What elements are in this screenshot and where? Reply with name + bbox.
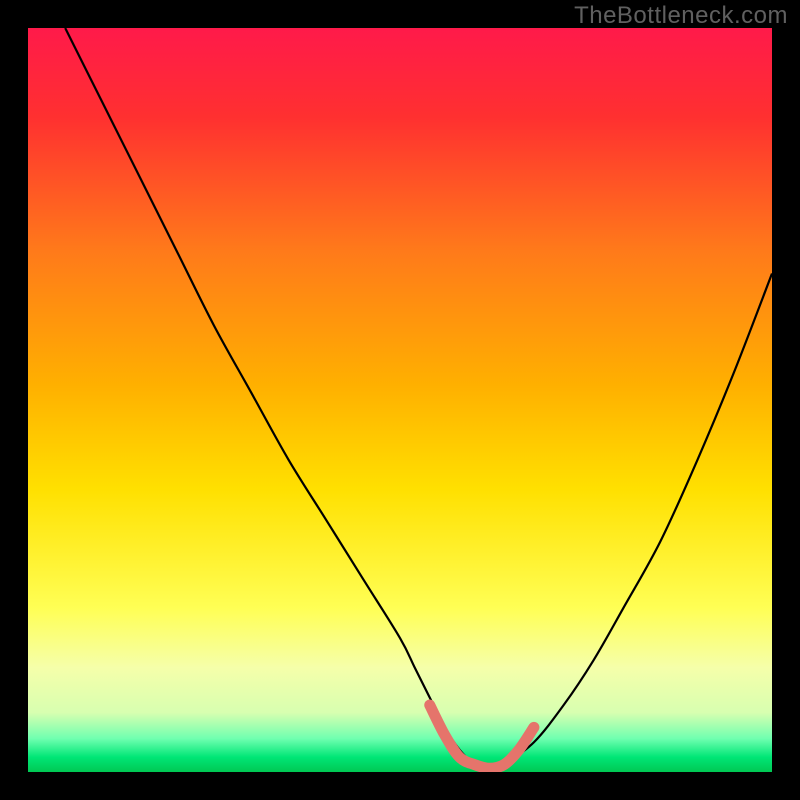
- chart-svg: [28, 28, 772, 772]
- watermark-text: TheBottleneck.com: [574, 2, 788, 30]
- chart-background: [28, 28, 772, 772]
- plot-area: [28, 28, 772, 772]
- chart-frame: TheBottleneck.com: [0, 0, 800, 800]
